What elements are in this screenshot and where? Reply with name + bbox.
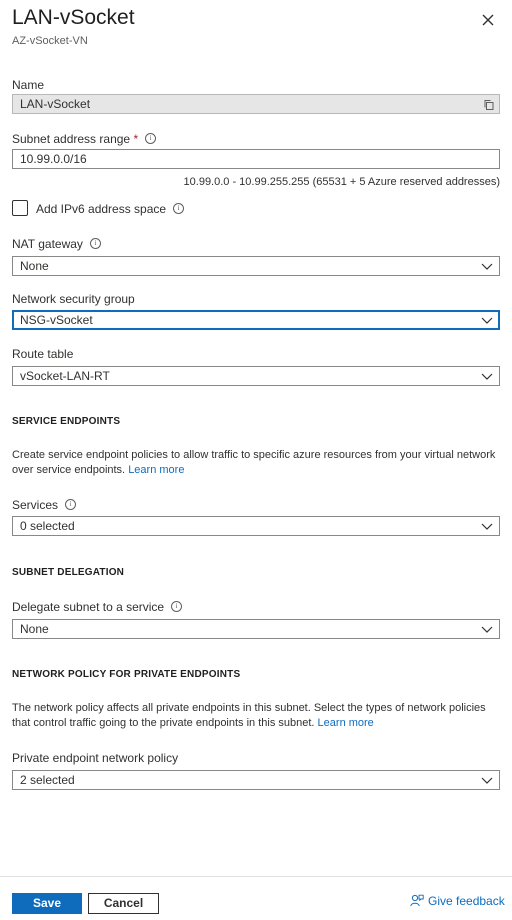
name-field: LAN-vSocket [12,94,500,114]
nsg-label: Network security group [12,292,135,306]
chevron-down-icon [481,626,493,633]
name-value: LAN-vSocket [20,97,91,111]
service-endpoints-description: Create service endpoint policies to allo… [12,449,496,476]
name-label: Name [12,78,45,92]
services-dropdown[interactable]: 0 selected [12,516,500,536]
private-endpoint-policy-dropdown[interactable]: 2 selected [12,770,500,790]
service-endpoints-learn-more-link[interactable]: Learn more [128,464,184,476]
ipv6-label: Add IPv6 address space i [36,202,185,216]
private-endpoint-policy-label: Private endpoint network policy [12,751,179,765]
chevron-down-icon [481,523,493,530]
delegate-subnet-dropdown[interactable]: None [12,619,500,639]
delegate-subnet-label: Delegate subnet to a service i [12,600,183,614]
panel-subtitle: AZ-vSocket-VN [12,35,88,47]
ipv6-checkbox[interactable] [12,200,28,216]
services-label: Services i [12,498,77,512]
info-icon[interactable]: i [65,499,77,511]
copy-icon[interactable] [483,99,495,111]
network-policy-description: The network policy affects all private e… [12,702,486,729]
subnet-range-input[interactable]: 10.99.0.0/16 [12,149,500,169]
chevron-down-icon [481,373,493,380]
info-icon[interactable]: i [173,203,185,215]
info-icon[interactable]: i [145,133,157,145]
subnet-range-hint: 10.99.0.0 - 10.99.255.255 (65531 + 5 Azu… [183,176,500,188]
info-icon[interactable]: i [171,601,183,613]
give-feedback-link[interactable]: Give feedback [410,894,505,908]
chevron-down-icon [481,317,493,324]
panel-title: LAN-vSocket [12,6,135,29]
close-icon[interactable] [480,12,496,28]
subnet-range-label: Subnet address range * i [12,132,157,146]
network-policy-heading: NETWORK POLICY FOR PRIVATE ENDPOINTS [12,669,241,680]
nsg-dropdown[interactable]: NSG-vSocket [12,310,500,330]
save-button[interactable]: Save [12,893,82,914]
chevron-down-icon [481,777,493,784]
info-icon[interactable]: i [89,238,101,250]
route-table-label: Route table [12,347,74,361]
feedback-icon [410,895,424,907]
route-table-dropdown[interactable]: vSocket-LAN-RT [12,366,500,386]
subnet-delegation-heading: SUBNET DELEGATION [12,567,125,578]
network-policy-learn-more-link[interactable]: Learn more [318,717,374,729]
nat-gateway-label: NAT gateway i [12,237,101,251]
service-endpoints-heading: SERVICE ENDPOINTS [12,416,121,427]
cancel-button[interactable]: Cancel [88,893,159,914]
chevron-down-icon [481,263,493,270]
footer-divider [0,876,512,877]
required-marker: * [133,132,139,146]
nat-gateway-dropdown[interactable]: None [12,256,500,276]
